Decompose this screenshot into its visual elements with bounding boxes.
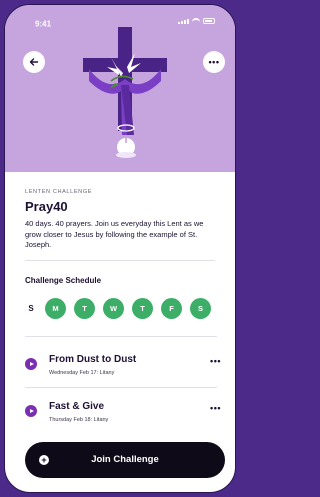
status-bar: 9:41 <box>5 5 235 29</box>
session-item[interactable]: From Dust to Dust Wednesday Feb 17: Lita… <box>25 354 221 390</box>
status-icons <box>178 18 215 24</box>
session-item[interactable]: Fast & Give Thursday Feb 18: Litany ••• <box>25 401 221 437</box>
challenge-eyebrow: LENTEN CHALLENGE <box>25 189 93 195</box>
more-options-button[interactable]: ••• <box>203 51 225 73</box>
day-saturday[interactable]: S <box>190 297 211 319</box>
schedule-days: S M T W T F S <box>25 297 215 319</box>
day-monday[interactable]: M <box>45 297 66 319</box>
hero-banner: 9:41 ••• <box>5 5 235 172</box>
session-subtitle: Thursday Feb 18: Litany <box>49 417 109 423</box>
more-horizontal-icon[interactable]: ••• <box>210 403 221 413</box>
day-friday[interactable]: F <box>161 297 182 319</box>
home-indicator <box>88 480 144 483</box>
play-icon[interactable] <box>25 405 37 417</box>
day-tuesday[interactable]: T <box>74 297 95 319</box>
back-button[interactable] <box>23 51 45 73</box>
session-title: From Dust to Dust <box>49 354 137 365</box>
day-wednesday[interactable]: W <box>103 297 124 319</box>
more-horizontal-icon: ••• <box>208 57 220 67</box>
status-time: 9:41 <box>35 19 52 29</box>
join-challenge-label: Join Challenge <box>91 454 159 465</box>
app-screen: 9:41 ••• LENTEN CHALLENGE Pray40 40 days… <box>4 4 236 493</box>
play-icon[interactable] <box>25 358 37 370</box>
challenge-details: LENTEN CHALLENGE Pray40 40 days. 40 pray… <box>5 172 235 319</box>
challenge-title: Pray40 <box>25 199 68 214</box>
session-subtitle: Wednesday Feb 17: Litany <box>49 370 115 376</box>
divider <box>25 336 217 337</box>
battery-icon <box>203 18 215 24</box>
more-horizontal-icon[interactable]: ••• <box>210 356 221 366</box>
session-title: Fast & Give <box>49 401 105 412</box>
day-thursday[interactable]: T <box>132 297 153 319</box>
arrow-left-icon <box>29 58 39 66</box>
challenge-description: 40 days. 40 prayers. Join us everyday th… <box>25 219 204 249</box>
cross-illustration <box>83 27 167 158</box>
day-sunday[interactable]: S <box>25 304 37 313</box>
signal-icon <box>178 18 189 24</box>
divider <box>25 259 215 261</box>
schedule-title: Challenge Schedule <box>25 275 102 285</box>
join-challenge-button[interactable]: + Join Challenge <box>25 442 225 478</box>
divider <box>25 387 217 388</box>
wifi-icon <box>192 18 200 24</box>
